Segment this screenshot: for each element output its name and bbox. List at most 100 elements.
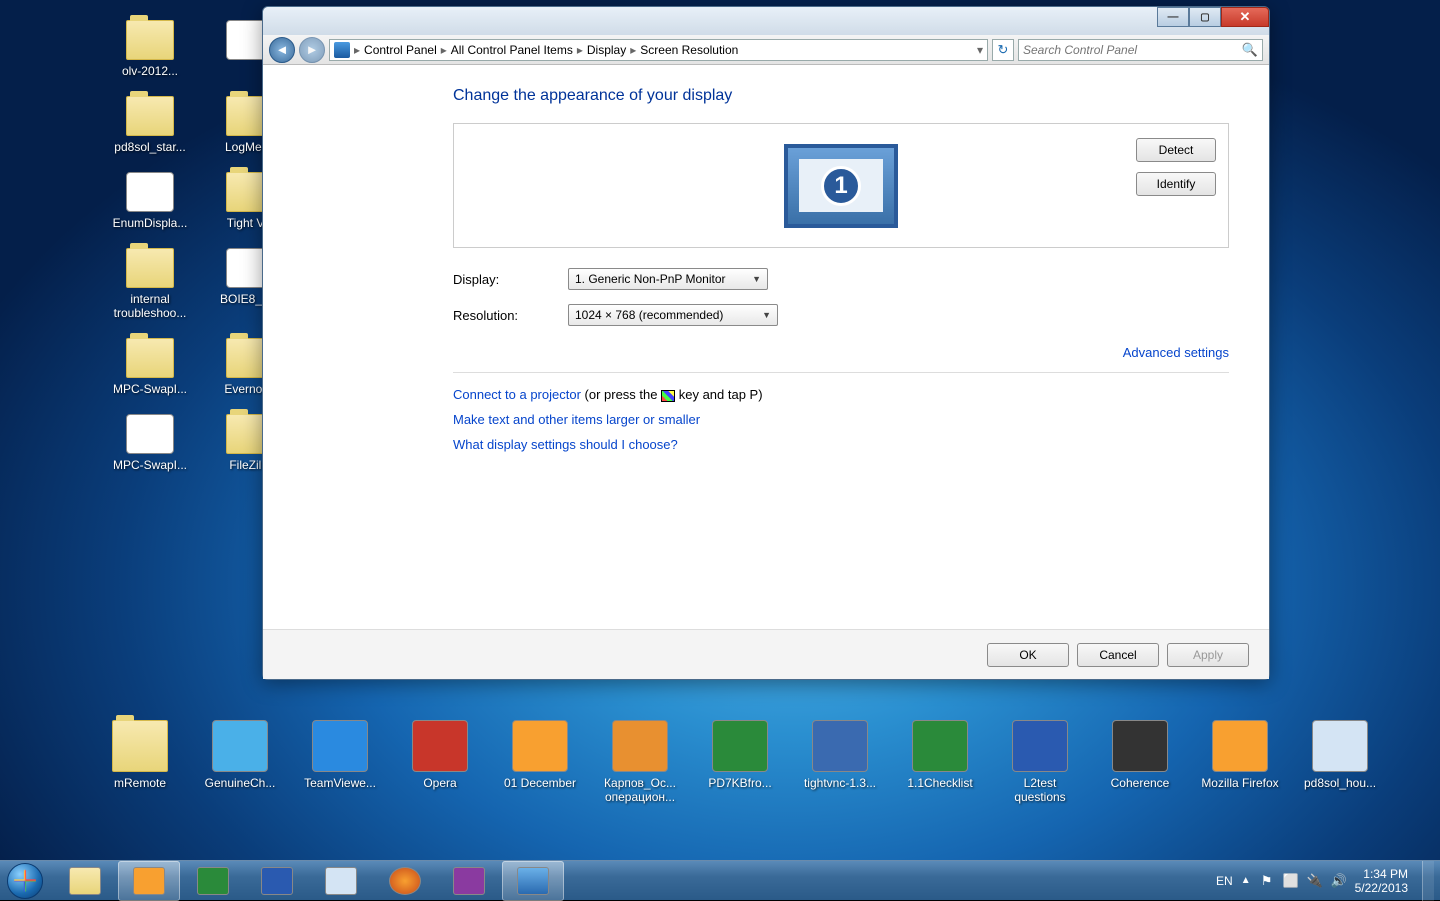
breadcrumb[interactable]: ▸ Control Panel ▸ All Control Panel Item… — [329, 39, 988, 61]
show-desktop-button[interactable] — [1422, 861, 1434, 901]
titlebar[interactable] — [263, 7, 1269, 35]
display-dropdown[interactable]: 1. Generic Non-PnP Monitor ▼ — [568, 268, 768, 290]
desktop-icon[interactable]: MPC-SwapI... — [100, 338, 200, 396]
detect-button[interactable]: Detect — [1136, 138, 1216, 162]
app-icon — [1312, 720, 1368, 772]
desktop-icon[interactable]: PD7KBfro... — [700, 720, 780, 820]
crumb-control-panel[interactable]: Control Panel — [364, 43, 437, 57]
desktop-icon[interactable]: internal troubleshoo... — [100, 248, 200, 320]
desktop-icon-label: L2test questions — [1000, 776, 1080, 804]
chevron-right-icon: ▸ — [577, 43, 583, 57]
chevron-down-icon: ▼ — [762, 310, 771, 320]
display-label: Display: — [453, 272, 568, 287]
desktop-icon[interactable]: 1.1Checklist — [900, 720, 980, 820]
refresh-button[interactable]: ↻ — [992, 39, 1014, 61]
desktop-icon-label: tightvnc-1.3... — [800, 776, 880, 790]
app-icon — [126, 414, 174, 454]
minimize-button[interactable] — [1157, 7, 1189, 27]
page-heading: Change the appearance of your display — [453, 87, 1229, 105]
desktop-icon-label: TeamViewe... — [300, 776, 380, 790]
taskbar-calculator[interactable] — [310, 861, 372, 901]
app-icon — [812, 720, 868, 772]
desktop-icon[interactable]: Mozilla Firefox — [1200, 720, 1280, 820]
desktop-icon[interactable]: Карпов_Ос... операцион... — [600, 720, 680, 820]
resolution-dropdown[interactable]: 1024 × 768 (recommended) ▼ — [568, 304, 778, 326]
desktop-icon-label: MPC-SwapI... — [100, 382, 200, 396]
resolution-label: Resolution: — [453, 308, 568, 323]
chevron-down-icon: ▼ — [752, 274, 761, 284]
desktop-icon-label: Coherence — [1100, 776, 1180, 790]
taskbar-explorer[interactable] — [54, 861, 116, 901]
app-icon — [512, 720, 568, 772]
maximize-button[interactable] — [1189, 7, 1221, 27]
desktop-icon[interactable]: olv-2012... — [100, 20, 200, 78]
control-panel-icon — [334, 42, 350, 58]
crumb-screen-resolution[interactable]: Screen Resolution — [640, 43, 738, 57]
app-icon — [1112, 720, 1168, 772]
taskbar-onenote[interactable] — [438, 861, 500, 901]
search-box[interactable]: 🔍 — [1018, 39, 1263, 61]
apply-button: Apply — [1167, 643, 1249, 667]
desktop-icon[interactable]: pd8sol_star... — [100, 96, 200, 154]
desktop-icon[interactable]: L2test questions — [1000, 720, 1080, 820]
taskbar-firefox[interactable] — [374, 861, 436, 901]
monitor-thumbnail[interactable]: 1 — [784, 144, 898, 228]
desktop-icon[interactable]: Opera — [400, 720, 480, 820]
desktop-icon[interactable]: EnumDispla... — [100, 172, 200, 230]
app-icon — [126, 172, 174, 212]
monitor-preview-box: 1 Detect Identify — [453, 123, 1229, 248]
desktop-icon-label: pd8sol_star... — [100, 140, 200, 154]
desktop-icon[interactable]: pd8sol_hou... — [1300, 720, 1380, 820]
desktop-icon[interactable]: MPC-SwapI... — [100, 414, 200, 472]
display-value: 1. Generic Non-PnP Monitor — [575, 272, 726, 286]
breadcrumb-dropdown-icon[interactable]: ▾ — [977, 43, 983, 57]
text-size-link[interactable]: Make text and other items larger or smal… — [453, 412, 700, 427]
clock-time: 1:34 PM — [1355, 867, 1408, 881]
projector-link[interactable]: Connect to a projector — [453, 387, 581, 402]
cancel-button[interactable]: Cancel — [1077, 643, 1159, 667]
ok-button[interactable]: OK — [987, 643, 1069, 667]
screen-resolution-window: ◄ ► ▸ Control Panel ▸ All Control Panel … — [262, 6, 1270, 680]
windows-key-icon — [661, 390, 675, 402]
network-icon[interactable]: ⬜ — [1283, 873, 1299, 889]
start-button[interactable] — [0, 861, 50, 901]
crumb-all-items[interactable]: All Control Panel Items — [451, 43, 573, 57]
advanced-settings-link[interactable]: Advanced settings — [1123, 345, 1229, 360]
folder-icon — [126, 96, 174, 136]
close-button[interactable] — [1221, 7, 1269, 27]
desktop-icon[interactable]: GenuineCh... — [200, 720, 280, 820]
volume-icon[interactable]: 🔊 — [1331, 873, 1347, 889]
action-center-icon[interactable]: ⚑ — [1259, 873, 1275, 889]
taskbar-control-panel[interactable] — [502, 861, 564, 901]
taskbar-excel[interactable] — [182, 861, 244, 901]
forward-button[interactable]: ► — [299, 37, 325, 63]
language-indicator[interactable]: EN — [1216, 874, 1233, 888]
chevron-right-icon: ▸ — [354, 43, 360, 57]
app-icon — [612, 720, 668, 772]
desktop-icon[interactable]: 01 December — [500, 720, 580, 820]
taskbar-items — [54, 861, 564, 900]
help-link[interactable]: What display settings should I choose? — [453, 437, 678, 452]
divider — [453, 372, 1229, 373]
crumb-display[interactable]: Display — [587, 43, 626, 57]
desktop-icon[interactable]: mRemote — [100, 720, 180, 820]
power-icon[interactable]: 🔌 — [1307, 873, 1323, 889]
back-button[interactable]: ◄ — [269, 37, 295, 63]
clock[interactable]: 1:34 PM 5/22/2013 — [1355, 867, 1414, 895]
taskbar-word[interactable] — [246, 861, 308, 901]
desktop-icon[interactable]: tightvnc-1.3... — [800, 720, 880, 820]
chevron-right-icon: ▸ — [441, 43, 447, 57]
desktop-icon[interactable]: Coherence — [1100, 720, 1180, 820]
taskbar-outlook[interactable] — [118, 861, 180, 901]
desktop-icon-label: olv-2012... — [100, 64, 200, 78]
tray-overflow-icon[interactable]: ▲ — [1241, 875, 1251, 886]
desktop-icon[interactable]: TeamViewe... — [300, 720, 380, 820]
folder-icon — [112, 720, 168, 772]
search-input[interactable] — [1023, 43, 1242, 57]
desktop-icon-label: internal troubleshoo... — [100, 292, 200, 320]
projector-hint-text: (or press the — [581, 387, 661, 402]
desktop-dock-row: mRemoteGenuineCh... TeamViewe... Opera01 D… — [100, 720, 1400, 820]
identify-button[interactable]: Identify — [1136, 172, 1216, 196]
app-icon — [212, 720, 268, 772]
desktop-icon-label: Mozilla Firefox — [1200, 776, 1280, 790]
